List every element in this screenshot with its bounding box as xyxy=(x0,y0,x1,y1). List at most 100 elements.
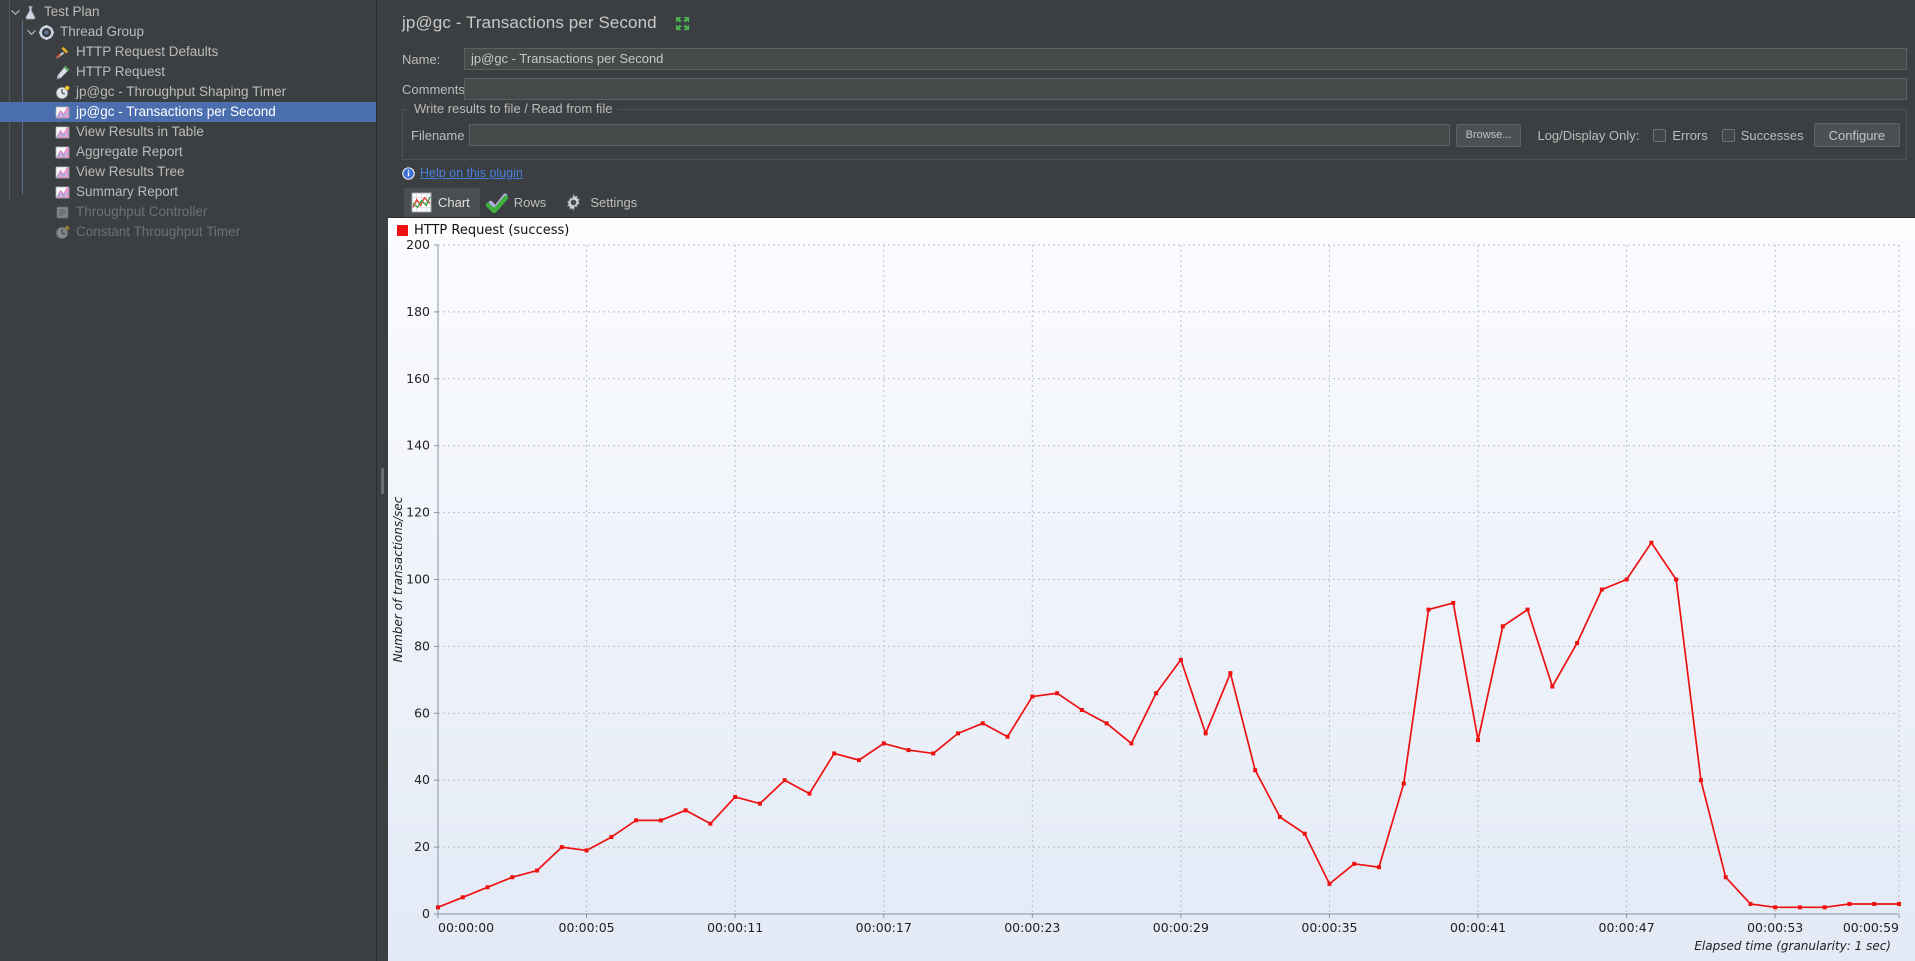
successes-checkbox-label: Successes xyxy=(1740,127,1804,143)
listener-icon xyxy=(54,184,71,201)
svg-text:00:00:35: 00:00:35 xyxy=(1301,920,1357,935)
tree-item-constant-throughput-timer[interactable]: Constant Throughput Timer xyxy=(0,222,376,242)
tree-item-label: Summary Report xyxy=(76,184,179,199)
svg-text:00:00:11: 00:00:11 xyxy=(707,920,763,935)
tree-item-label: Thread Group xyxy=(60,24,145,39)
comments-input[interactable] xyxy=(464,78,1907,100)
checkmark-icon xyxy=(485,192,508,214)
svg-text:00:00:59: 00:00:59 xyxy=(1843,920,1899,935)
http-sampler-icon xyxy=(54,64,71,81)
tree-item-view-results-in-table[interactable]: View Results in Table xyxy=(0,122,376,142)
chart-legend[interactable]: HTTP Request (success) xyxy=(397,223,569,238)
successes-checkbox[interactable]: Successes xyxy=(1721,127,1804,143)
svg-text:200: 200 xyxy=(406,237,430,252)
svg-text:100: 100 xyxy=(406,572,430,587)
name-input[interactable] xyxy=(464,48,1907,70)
tree-item-jp-gc-transactions-per-second[interactable]: jp@gc - Transactions per Second xyxy=(0,102,376,122)
tree-item-test-plan[interactable]: Test Plan xyxy=(0,2,376,22)
tree-item-label: View Results Tree xyxy=(76,164,185,179)
legend-color-swatch xyxy=(397,225,408,236)
name-row: Name: xyxy=(388,44,1915,74)
errors-checkbox-label: Errors xyxy=(1672,127,1708,143)
browse-button[interactable]: Browse... xyxy=(1455,123,1522,147)
tree-item-http-request[interactable]: HTTP Request xyxy=(0,62,376,82)
gear-icon xyxy=(562,192,584,214)
help-row: Help on this plugin xyxy=(388,160,1915,182)
svg-text:Elapsed time (granularity: 1 s: Elapsed time (granularity: 1 sec) xyxy=(1694,939,1891,953)
comments-row: Comments: xyxy=(388,74,1915,104)
svg-text:60: 60 xyxy=(414,705,430,720)
tab-chart[interactable]: Chart xyxy=(404,188,480,217)
listener-editor-panel: jp@gc - Transactions per Second Name: Co… xyxy=(388,0,1915,961)
tree-item-label: Throughput Controller xyxy=(76,204,208,219)
errors-checkbox-box[interactable] xyxy=(1653,128,1667,142)
svg-text:0: 0 xyxy=(422,906,430,921)
errors-checkbox[interactable]: Errors xyxy=(1653,127,1708,143)
svg-text:00:00:53: 00:00:53 xyxy=(1747,920,1803,935)
tab-label: Rows xyxy=(513,195,547,210)
successes-checkbox-box[interactable] xyxy=(1721,128,1735,142)
svg-text:00:00:41: 00:00:41 xyxy=(1450,920,1506,935)
svg-text:Number of transactions/sec: Number of transactions/sec xyxy=(391,496,405,662)
svg-text:00:00:47: 00:00:47 xyxy=(1599,920,1655,935)
panel-title-row: jp@gc - Transactions per Second xyxy=(388,0,1915,44)
tab-settings[interactable]: Settings xyxy=(556,188,647,217)
tree-item-view-results-tree[interactable]: View Results Tree xyxy=(0,162,376,182)
chart-area[interactable]: HTTP Request (success) jmeter-plugins.or… xyxy=(388,217,1915,961)
splitter-grip[interactable] xyxy=(381,467,384,494)
tab-bar[interactable]: Chart Rows Settings xyxy=(388,184,1915,217)
legend-label: HTTP Request (success) xyxy=(414,223,570,238)
filename-input[interactable] xyxy=(469,124,1450,146)
log-display-only-label: Log/Display Only: xyxy=(1537,127,1640,143)
timer-icon xyxy=(54,84,71,101)
svg-text:120: 120 xyxy=(406,505,430,520)
tree-item-label: HTTP Request Defaults xyxy=(76,44,219,59)
jmeter-window: Test Plan Thread Group HTTP Request Defaul… xyxy=(0,0,1915,961)
tree-item-thread-group[interactable]: Thread Group xyxy=(0,22,376,42)
tree-item-label: Aggregate Report xyxy=(76,144,183,159)
help-on-this-plugin-link[interactable]: Help on this plugin xyxy=(420,166,523,180)
tree-item-label: View Results in Table xyxy=(76,124,204,139)
tree-item-label: Constant Throughput Timer xyxy=(76,224,241,239)
svg-text:00:00:23: 00:00:23 xyxy=(1004,920,1060,935)
tab-rows[interactable]: Rows xyxy=(480,188,557,217)
configure-button[interactable]: Configure xyxy=(1813,123,1900,147)
svg-text:00:00:00: 00:00:00 xyxy=(438,920,494,935)
tree-item-summary-report[interactable]: Summary Report xyxy=(0,182,376,202)
filename-row: Filename Browse... Log/Display Only: Err… xyxy=(403,109,1906,151)
svg-text:00:00:29: 00:00:29 xyxy=(1153,920,1209,935)
chart-icon xyxy=(410,192,432,214)
svg-text:20: 20 xyxy=(414,839,430,854)
test-plan-icon xyxy=(22,4,39,21)
svg-text:180: 180 xyxy=(406,304,430,319)
expand-arrows-icon[interactable] xyxy=(675,16,690,31)
tree-item-aggregate-report[interactable]: Aggregate Report xyxy=(0,142,376,162)
name-label: Name: xyxy=(402,51,441,67)
chart-inner: HTTP Request (success) jmeter-plugins.or… xyxy=(388,218,1915,961)
test-plan-tree[interactable]: Test Plan Thread Group HTTP Request Defaul… xyxy=(0,0,377,961)
svg-text:00:00:05: 00:00:05 xyxy=(559,920,615,935)
svg-text:40: 40 xyxy=(414,772,430,787)
tree-item-jp-gc-throughput-shaping-timer[interactable]: jp@gc - Throughput Shaping Timer xyxy=(0,82,376,102)
chevron-down-icon[interactable] xyxy=(8,2,22,22)
chevron-down-icon[interactable] xyxy=(24,22,38,42)
tree-item-throughput-controller[interactable]: Throughput Controller xyxy=(0,202,376,222)
tree-item-http-request-defaults[interactable]: HTTP Request Defaults xyxy=(0,42,376,62)
panel-splitter[interactable] xyxy=(377,0,388,961)
